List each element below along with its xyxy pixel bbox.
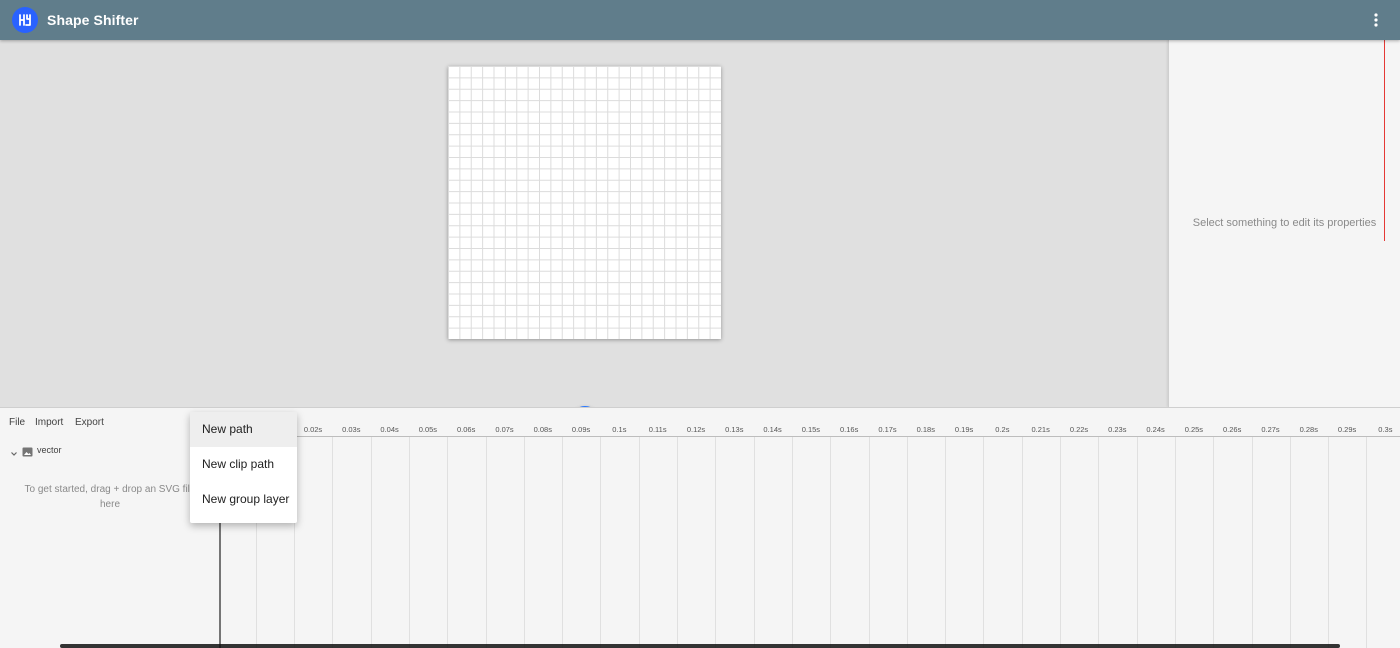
timeline-tick-label: 0.15s [801, 425, 821, 434]
app-bar: Shape Shifter [0, 0, 1400, 40]
timeline-tick-label: 0.29s [1337, 425, 1357, 434]
timeline-tick-label: 0.16s [840, 425, 859, 434]
timeline-grid-line [447, 437, 449, 648]
timeline-grid-line [1213, 437, 1215, 648]
timeline-grid-line [638, 437, 640, 648]
timeline-grid-line [408, 437, 410, 648]
timeline-tick-label: 0.07s [495, 425, 514, 434]
timeline-ruler[interactable]: 0.02s 0.03s 0.04s 0.05s 0.06s 0.07s 0.08s 0.09s… [220, 408, 1400, 437]
timeline-grid-line [562, 437, 564, 648]
timeline-grid-line [753, 437, 755, 648]
import-menu-button[interactable]: Import [35, 417, 63, 428]
timeline-tick-label: 0.17s [878, 425, 897, 434]
export-menu-button[interactable]: Export [75, 417, 104, 428]
image-icon [22, 444, 33, 462]
timeline-grid-line [677, 437, 678, 648]
timeline-tick-label: 0.08s [533, 425, 552, 434]
timeline-grid-line [906, 437, 908, 648]
timeline-tick-label: 0.1s [612, 425, 627, 434]
timeline-tick-label: 0.25s [1184, 425, 1204, 434]
timeline-tick-label: 0.06s [457, 425, 476, 434]
timeline-menu: File Import Export [0, 408, 220, 437]
vector-canvas[interactable] [448, 66, 721, 339]
timeline-grid-line [485, 437, 487, 648]
timeline-tick-label: 0.26s [1223, 425, 1242, 434]
timeline-tick-label: 0.02s [303, 425, 323, 434]
timeline-tick-label: 0.27s [1261, 425, 1280, 434]
timeline-grid-line [370, 437, 372, 648]
playhead[interactable] [1384, 12, 1385, 241]
timeline-grid-line [1136, 437, 1138, 648]
timeline-tick-label: 0.05s [418, 425, 438, 434]
timeline-tick-label: 0.24s [1146, 425, 1165, 434]
timeline-grid-line [1366, 437, 1368, 648]
timeline-tick-label: 0.28s [1299, 425, 1318, 434]
menu-item-new-clip-path[interactable]: New clip path [190, 447, 297, 482]
timeline-grid-line [715, 437, 717, 648]
canvas-pane [0, 40, 1168, 436]
timeline-grid-line [1328, 437, 1330, 648]
timeline-grid-line [600, 437, 602, 648]
window-bottom-edge [60, 644, 1340, 648]
file-menu-button[interactable]: File [9, 417, 25, 428]
menu-item-new-path[interactable]: New path [190, 412, 297, 447]
timeline-grid-line [332, 437, 334, 648]
timeline-tick-label: 0.19s [954, 425, 974, 434]
shape-shifter-logo-icon [12, 7, 38, 33]
timeline-grid-line [945, 437, 947, 648]
timeline-grid-line [868, 437, 870, 648]
timeline-grid-line [1060, 437, 1061, 648]
more-vert-icon[interactable] [1366, 10, 1386, 30]
timeline-grid-line [830, 437, 832, 648]
layer-label: vector [37, 445, 62, 455]
timeline-grid [220, 437, 1400, 648]
layer-row-vector[interactable]: vector [0, 442, 220, 458]
timeline-tick-label: 0.2s [995, 425, 1010, 434]
timeline-tick-label: 0.03s [342, 425, 361, 434]
timeline-grid-line [1098, 437, 1100, 648]
timeline-grid-line [983, 437, 985, 648]
timeline-tick-label: 0.04s [380, 425, 399, 434]
timeline-tick-label: 0.21s [1031, 425, 1050, 434]
menu-item-new-group-layer[interactable]: New group layer [190, 482, 297, 517]
timeline-tick-label: 0.22s [1069, 425, 1089, 434]
timeline-tick-label: 0.23s [1108, 425, 1127, 434]
app-title: Shape Shifter [47, 12, 139, 28]
timeline-grid-line [1174, 437, 1176, 648]
timeline-tick-label: 0.14s [763, 425, 782, 434]
timeline-grid-line [791, 437, 793, 648]
properties-empty-message: Select something to edit its properties [1192, 217, 1377, 229]
timeline-tick-label: 0.18s [916, 425, 935, 434]
timeline-tick-label: 0.12s [686, 425, 706, 434]
timeline-grid-line [523, 437, 525, 648]
timeline-tick-label: 0.09s [571, 425, 591, 434]
timeline-grid-line [1289, 437, 1291, 648]
timeline-tick-label: 0.11s [648, 425, 667, 434]
chevron-down-icon[interactable] [10, 445, 18, 463]
timeline-tick-label: 0.13s [725, 425, 744, 434]
timeline-tick-label: 0.3s [1378, 425, 1393, 434]
add-layer-menu: New path New clip path New group layer [190, 412, 297, 523]
timeline-grid-line [1021, 437, 1023, 648]
drop-svg-hint: To get started, drag + drop an SVG file … [24, 484, 196, 510]
timeline-grid-line [1251, 437, 1253, 648]
properties-pane: Select something to edit its properties [1168, 40, 1400, 407]
